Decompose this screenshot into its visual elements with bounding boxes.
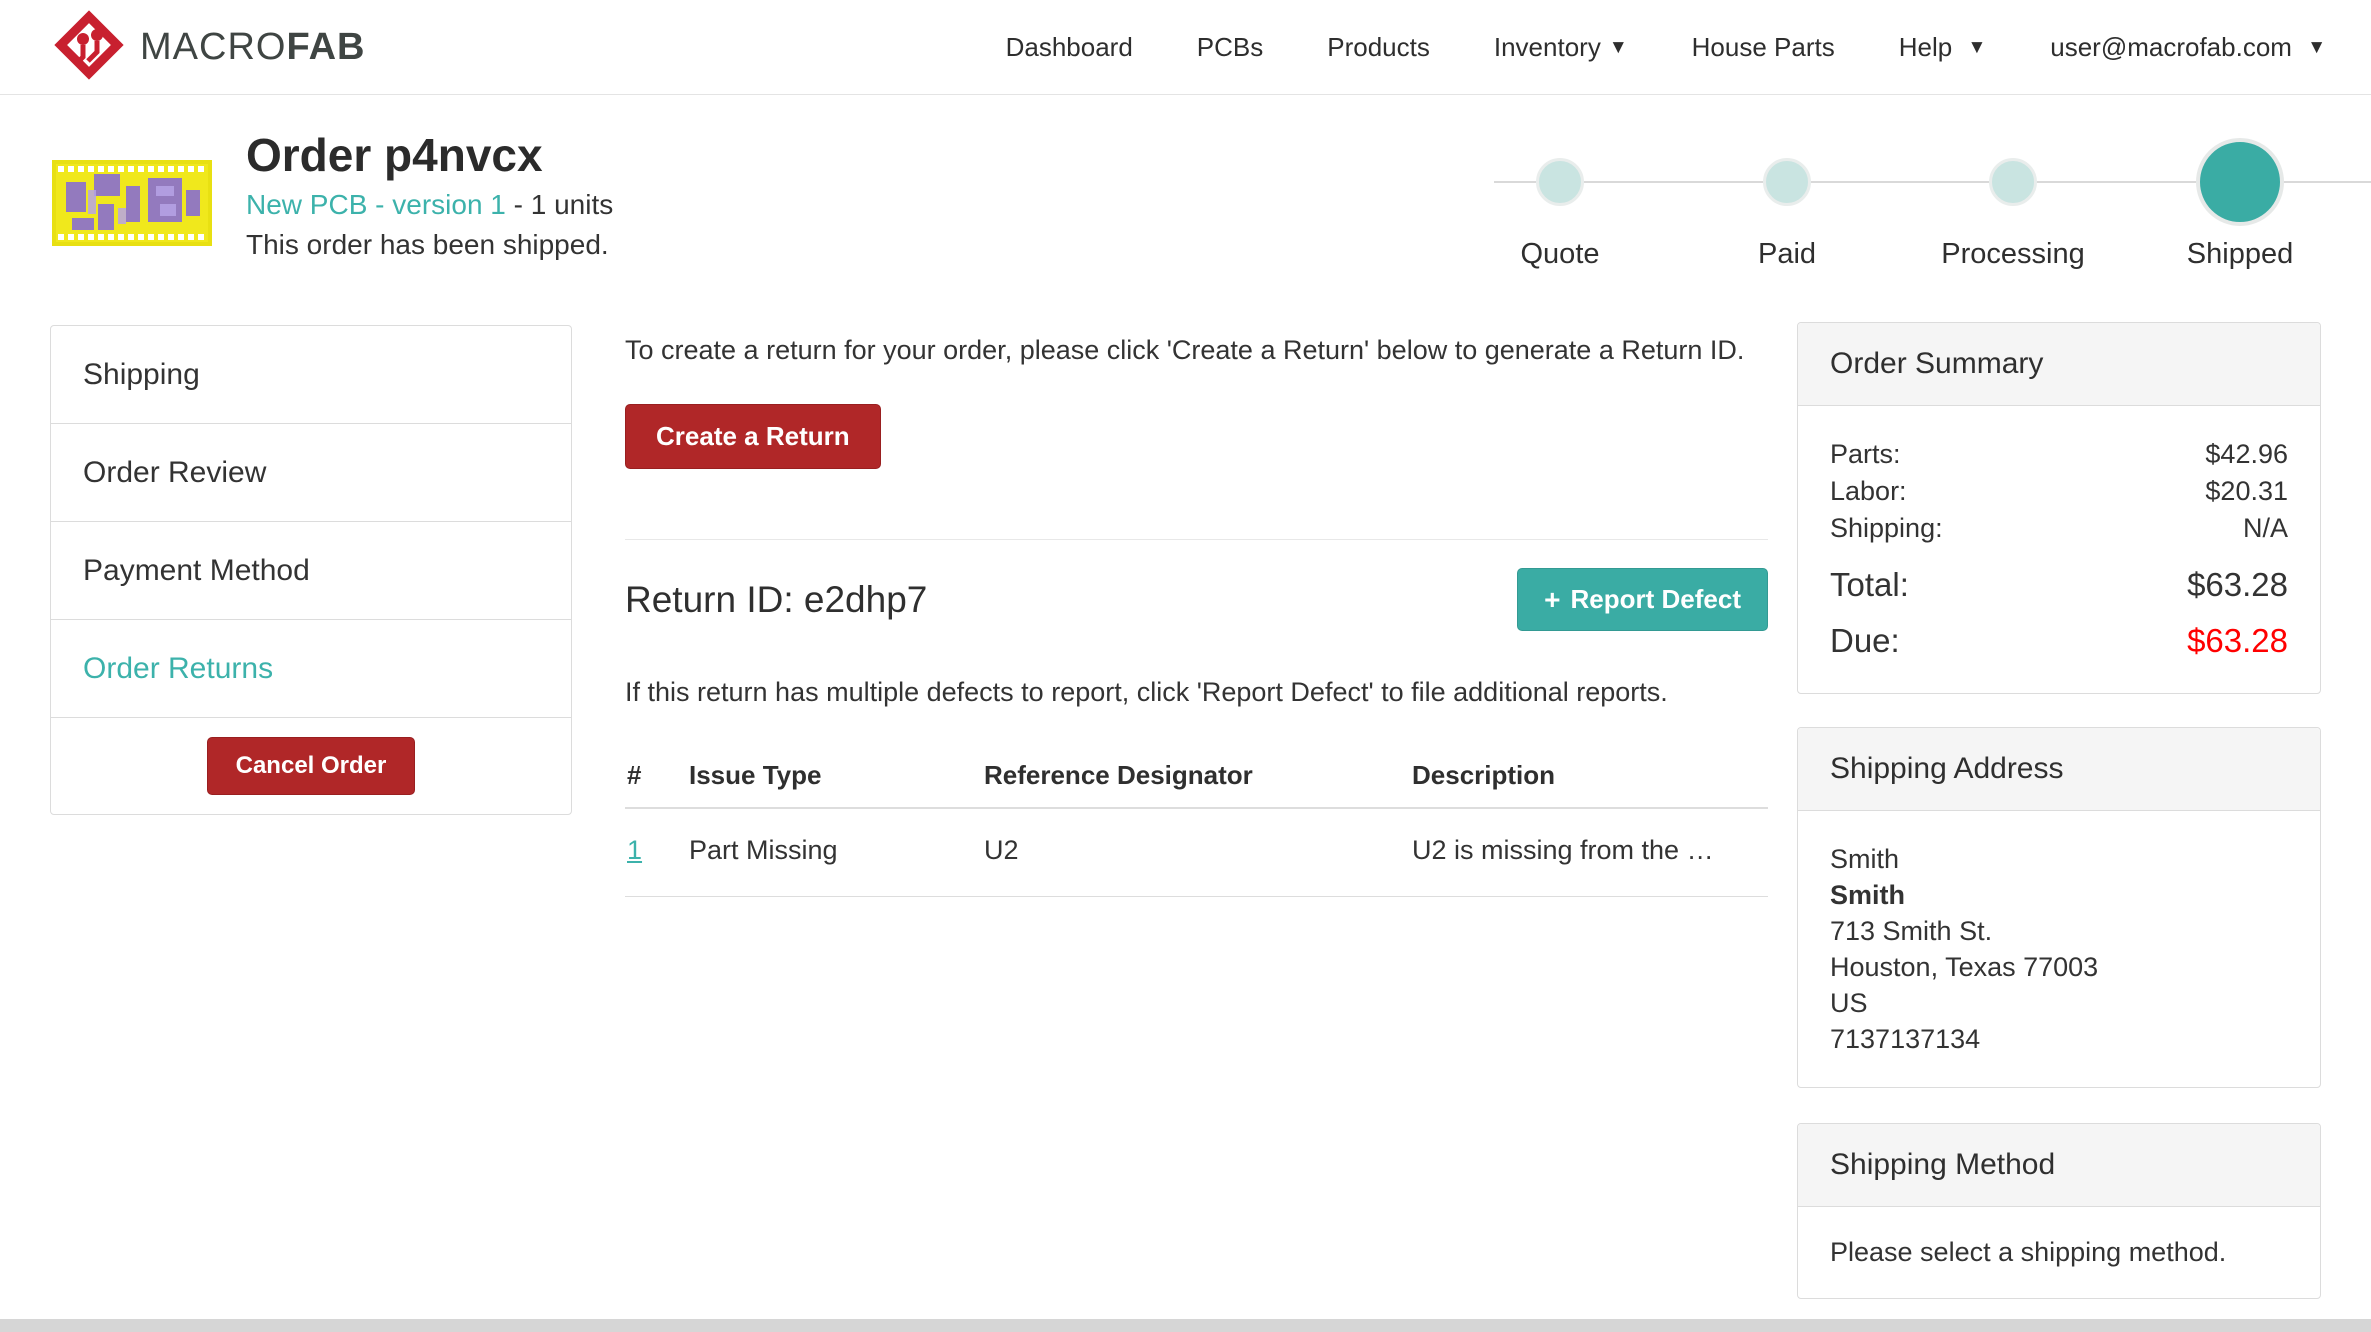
shipping-address-title: Shipping Address [1798, 728, 2320, 811]
shipping-method-text: Please select a shipping method. [1830, 1237, 2288, 1268]
nav-dashboard[interactable]: Dashboard [1006, 32, 1133, 63]
order-status-text: This order has been shipped. [246, 225, 613, 265]
pcb-thumbnail-image [52, 160, 212, 246]
sidebar-item-payment-method[interactable]: Payment Method [51, 522, 571, 620]
address-line: Houston, Texas 77003 [1830, 949, 2288, 985]
shipping-method-panel: Shipping Method Please select a shipping… [1797, 1123, 2321, 1299]
shipping-method-title: Shipping Method [1798, 1124, 2320, 1207]
order-header: Order p4nvcx New PCB - version 1 - 1 uni… [246, 126, 613, 265]
report-defect-button[interactable]: + Report Defect [1517, 568, 1768, 631]
macrofab-logo[interactable]: MACROFAB [52, 2, 365, 93]
pcb-version-link[interactable]: New PCB - version 1 [246, 189, 506, 220]
address-line: Smith [1830, 841, 2288, 877]
summary-row-parts: Parts: $42.96 [1830, 436, 2288, 473]
page-title: Order p4nvcx [246, 126, 613, 184]
return-id-heading: Return ID: e2dhp7 [625, 579, 927, 621]
cancel-order-button[interactable]: Cancel Order [207, 737, 416, 795]
section-divider [625, 539, 1768, 540]
units-text: - 1 units [506, 189, 613, 220]
reference-designator-cell: U2 [982, 808, 1410, 897]
create-return-button[interactable]: Create a Return [625, 404, 881, 469]
sidebar-item-shipping[interactable]: Shipping [51, 326, 571, 424]
shipping-address-panel: Shipping Address Smith Smith 713 Smith S… [1797, 727, 2321, 1088]
cancel-order-row: Cancel Order [51, 718, 571, 814]
order-sections-sidebar: Shipping Order Review Payment Method Ord… [50, 325, 572, 815]
defect-report-link[interactable]: 1 [627, 835, 642, 865]
plus-icon: + [1544, 587, 1560, 613]
summary-row-due: Due: $63.28 [1830, 619, 2288, 663]
summary-row-total: Total: $63.28 [1830, 563, 2288, 607]
nav-inventory-dropdown[interactable]: Inventory▼ [1494, 32, 1628, 63]
sidebar-item-order-returns[interactable]: Order Returns [51, 620, 571, 718]
order-returns-panel: To create a return for your order, pleas… [625, 330, 1768, 897]
description-cell: U2 is missing from the … [1410, 808, 1768, 897]
footer-bar [0, 1319, 2371, 1332]
order-summary-title: Order Summary [1798, 323, 2320, 406]
table-header-row: # Issue Type Reference Designator Descri… [625, 748, 1768, 808]
nav-products[interactable]: Products [1327, 32, 1430, 63]
address-line: Smith [1830, 877, 2288, 913]
summary-row-labor: Labor: $20.31 [1830, 473, 2288, 510]
table-row: 1 Part Missing U2 U2 is missing from the… [625, 808, 1768, 897]
address-line: 7137137134 [1830, 1021, 2288, 1057]
return-note-text: If this return has multiple defects to r… [625, 677, 1768, 708]
address-line: 713 Smith St. [1830, 913, 2288, 949]
sidebar-item-order-review[interactable]: Order Review [51, 424, 571, 522]
brand-wordmark: MACROFAB [140, 26, 365, 69]
defect-reports-table: # Issue Type Reference Designator Descri… [625, 748, 1768, 897]
return-id-row: Return ID: e2dhp7 + Report Defect [625, 568, 1768, 631]
order-page: MACROFAB Dashboard PCBs Products Invento… [0, 0, 2371, 1332]
order-subtitle: New PCB - version 1 - 1 units [246, 184, 613, 225]
amount-due-value: $63.28 [2187, 619, 2288, 663]
progress-circle-quote [1536, 158, 1584, 206]
nav-pcbs[interactable]: PCBs [1197, 32, 1263, 63]
summary-row-shipping: Shipping: N/A [1830, 510, 2288, 547]
issue-type-cell: Part Missing [687, 808, 982, 897]
order-summary-panel: Order Summary Parts: $42.96 Labor: $20.3… [1797, 322, 2321, 694]
caret-down-icon: ▼ [1609, 37, 1628, 59]
macrofab-diamond-icon [52, 2, 126, 93]
order-info-column: Order Summary Parts: $42.96 Labor: $20.3… [1797, 0, 2321, 1332]
return-intro-text: To create a return for your order, pleas… [625, 330, 1768, 370]
address-line: US [1830, 985, 2288, 1021]
